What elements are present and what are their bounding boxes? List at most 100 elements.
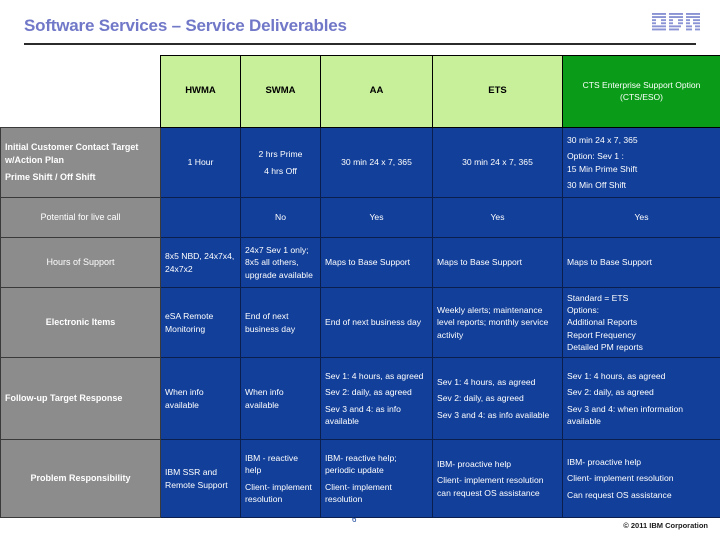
column-header-cts-eso: CTS Enterprise Support Option (CTS/ESO) <box>562 55 720 128</box>
cell-r5-c4: IBM- proactive help Client- implement res… <box>562 439 720 518</box>
row-label-5: Problem Responsibility <box>0 439 161 518</box>
cell-r2-c2: Maps to Base Support <box>320 237 433 288</box>
row-label-line: Prime Shift / Off Shift <box>5 171 96 182</box>
cell-line: IBM- proactive help <box>567 457 642 468</box>
cell-r4-c1: When info available <box>240 357 321 440</box>
cell-line: Sev 1: 4 hours, as agreed <box>437 377 536 388</box>
cell-line: 30 min 24 x 7, 365 <box>462 157 533 168</box>
cell-line: Sev 2: daily, as agreed <box>325 387 412 398</box>
cell-line: IBM- proactive help <box>437 459 512 470</box>
cell-line: Client- implement resolution can request… <box>437 475 544 498</box>
column-header-ets: ETS <box>432 55 563 128</box>
row-label-line: Hours of Support <box>46 256 115 267</box>
cell-r2-c0: 8x5 NBD, 24x7x4, 24x7x2 <box>160 237 241 288</box>
cell-line: Sev 1: 4 hours, as agreed <box>325 371 424 382</box>
cell-line: End of next business day <box>325 317 422 328</box>
table-row: Electronic Items eSA Remote Monitoring End… <box>0 287 720 358</box>
row-label-line: Electronic Items <box>45 316 116 327</box>
cell-line: 8x5 NBD, 24x7x4, 24x7x2 <box>165 251 235 274</box>
cell-line: IBM- reactive help; periodic update <box>325 453 397 476</box>
cell-line: Sev 3 and 4: as info available <box>325 403 401 426</box>
row-label-1: Potential for live call <box>0 197 161 238</box>
cell-line: Client- implement resolution <box>325 481 392 504</box>
cell-line: Sev 3 and 4: as info available <box>437 409 550 420</box>
cell-line: 30 min 24 x 7, 365 <box>567 135 638 146</box>
cell-r3-c0: eSA Remote Monitoring <box>160 287 241 358</box>
cell-line: No <box>275 212 286 223</box>
slide-header: Software Services – Service Deliverables <box>0 0 720 48</box>
cell-r0-c4: 30 min 24 x 7, 365 Option: Sev 1 :15 Min … <box>562 127 720 198</box>
header-divider <box>24 43 696 45</box>
cell-line: Yes <box>634 212 649 223</box>
table-row: Initial Customer Contact Target w/Action… <box>0 127 720 198</box>
table-body: Initial Customer Contact Target w/Action… <box>0 127 720 518</box>
row-label-3: Electronic Items <box>0 287 161 358</box>
cell-r1-c0 <box>160 197 241 238</box>
cell-line: End of next business day <box>245 311 296 334</box>
cell-r1-c1: No <box>240 197 321 238</box>
cell-r3-c3: Weekly alerts; maintenance level reports… <box>432 287 563 358</box>
cell-r4-c0: When info available <box>160 357 241 440</box>
cell-r3-c2: End of next business day <box>320 287 433 358</box>
table-row: Hours of Support 8x5 NBD, 24x7x4, 24x7x2 2… <box>0 237 720 288</box>
cell-r5-c3: IBM- proactive help Client- implement res… <box>432 439 563 518</box>
cell-line: Yes <box>369 212 384 223</box>
cell-line: Weekly alerts; maintenance level reports… <box>437 305 549 340</box>
cell-r5-c2: IBM- reactive help; periodic update Clien… <box>320 439 433 518</box>
cell-r4-c3: Sev 1: 4 hours, as agreed Sev 2: daily, a… <box>432 357 563 440</box>
cell-line: Sev 1: 4 hours, as agreed <box>567 371 666 382</box>
cell-r1-c4: Yes <box>562 197 720 238</box>
cell-line: Sev 3 and 4: when information available <box>567 403 684 426</box>
row-label-line: Problem Responsibility <box>30 472 131 483</box>
row-label-4: Follow-up Target Response <box>0 357 161 440</box>
row-label-line: Initial Customer Contact Target w/Action… <box>5 141 139 166</box>
cell-line: When info available <box>165 387 204 410</box>
cell-line: Maps to Base Support <box>567 257 653 268</box>
cell-r0-c0: 1 Hour <box>160 127 241 198</box>
column-header-swma: SWMA <box>240 55 321 128</box>
cell-line: Can request OS assistance <box>567 489 672 500</box>
table-row: Problem Responsibility IBM SSR and Remote… <box>0 439 720 518</box>
cell-line: 2 hrs Prime <box>258 149 303 160</box>
table-row: Follow-up Target Response When info avail… <box>0 357 720 440</box>
row-label-0: Initial Customer Contact Target w/Action… <box>0 127 161 198</box>
cell-line: Client- implement resolution <box>567 473 674 484</box>
cell-r5-c0: IBM SSR and Remote Support <box>160 439 241 518</box>
cell-r0-c1: 2 hrs Prime 4 hrs Off <box>240 127 321 198</box>
cell-line: Client- implement resolution <box>245 481 312 504</box>
cell-line: 30 Min Off Shift <box>567 179 627 190</box>
ibm-logo <box>652 13 700 33</box>
cell-line: 30 min 24 x 7, 365 <box>341 157 412 168</box>
cell-r4-c4: Sev 1: 4 hours, as agreed Sev 2: daily, a… <box>562 357 720 440</box>
cell-r3-c1: End of next business day <box>240 287 321 358</box>
cell-r2-c3: Maps to Base Support <box>432 237 563 288</box>
cell-r0-c3: 30 min 24 x 7, 365 <box>432 127 563 198</box>
table-corner-cell <box>0 55 161 128</box>
cell-line: 1 Hour <box>187 157 214 168</box>
cell-r2-c4: Maps to Base Support <box>562 237 720 288</box>
cell-r5-c1: IBM - reactive help Client- implement res… <box>240 439 321 518</box>
cell-r4-c2: Sev 1: 4 hours, as agreed Sev 2: daily, a… <box>320 357 433 440</box>
cell-line: Yes <box>490 212 505 223</box>
cell-line: Maps to Base Support <box>325 257 411 268</box>
cell-r0-c2: 30 min 24 x 7, 365 <box>320 127 433 198</box>
service-deliverables-table: HWMA SWMA AA ETS CTS Enterprise Support … <box>0 55 720 518</box>
cell-line: Option: Sev 1 :15 Min Prime Shift <box>567 151 638 174</box>
cell-r2-c1: 24x7 Sev 1 only; 8x5 all others, upgrade… <box>240 237 321 288</box>
page-title: Software Services – Service Deliverables <box>24 16 347 35</box>
cell-r1-c3: Yes <box>432 197 563 238</box>
table-header-row: HWMA SWMA AA ETS CTS Enterprise Support … <box>0 55 720 128</box>
row-label-line: Follow-up Target Response <box>5 392 123 403</box>
row-label-2: Hours of Support <box>0 237 161 288</box>
cell-line: Standard = ETS Options: Additional Reports… <box>567 293 643 352</box>
column-header-hwma: HWMA <box>160 55 241 128</box>
copyright-notice: © 2011 IBM Corporation <box>623 521 708 530</box>
cell-line: When info available <box>245 387 284 410</box>
cell-line: 24x7 Sev 1 only; 8x5 all others, upgrade… <box>245 245 313 280</box>
cell-line: eSA Remote Monitoring <box>165 311 214 334</box>
cell-line: IBM SSR and Remote Support <box>165 467 228 490</box>
cell-line: 4 hrs Off <box>264 165 297 176</box>
cell-line: Sev 2: daily, as agreed <box>437 393 524 404</box>
cell-line: Maps to Base Support <box>437 257 523 268</box>
cell-r3-c4: Standard = ETS Options: Additional Reports… <box>562 287 720 358</box>
